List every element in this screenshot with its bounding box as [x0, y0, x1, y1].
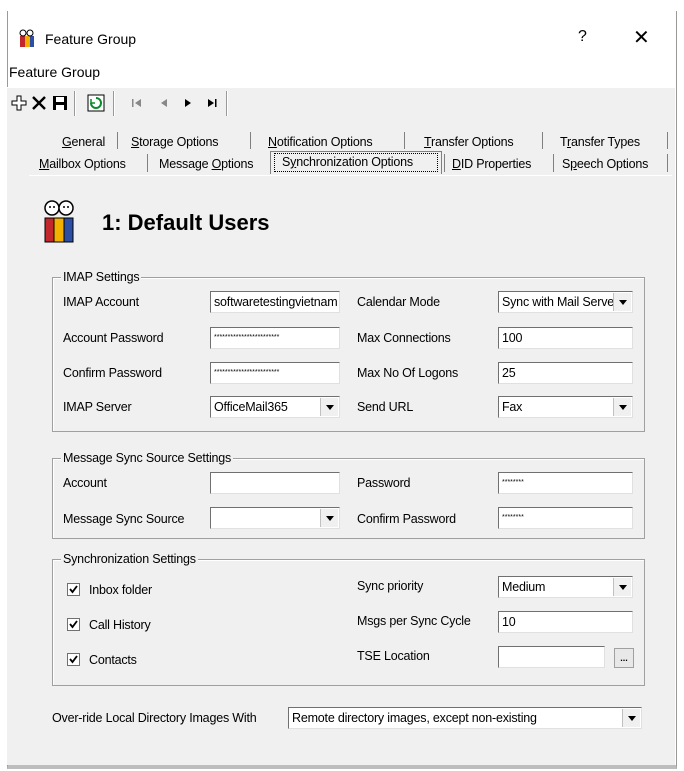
imap-account-label: IMAP Account [63, 295, 139, 309]
user-group-title: 1: Default Users [102, 210, 270, 235]
max-logons-field[interactable]: 25 [498, 362, 633, 384]
imap-account-field[interactable]: softwaretestingvietnam [210, 291, 340, 313]
toolbar [7, 87, 675, 120]
max-connections-label: Max Connections [357, 331, 451, 345]
contacts-label: Contacts [89, 653, 137, 667]
chevron-down-icon[interactable] [320, 509, 338, 527]
confirm-password-field[interactable]: ************************ [210, 362, 340, 384]
save-icon[interactable] [50, 92, 70, 114]
last-record-icon[interactable] [202, 92, 222, 114]
tab-storage-options[interactable]: Storage Options [131, 135, 219, 149]
refresh-icon[interactable] [86, 92, 106, 114]
call-history-label: Call History [89, 618, 151, 632]
override-images-dropdown[interactable]: Remote directory images, except non-exis… [288, 707, 642, 729]
imap-server-dropdown[interactable]: OfficeMail365 [210, 396, 340, 418]
first-record-icon[interactable] [127, 92, 147, 114]
users-icon [44, 200, 74, 243]
account-password-field[interactable]: ************************ [210, 327, 340, 349]
msgsync-account-field[interactable] [210, 472, 340, 494]
tab-general[interactable]: General [62, 135, 105, 149]
close-button[interactable]: ✕ [633, 25, 650, 50]
msgsync-account-label: Account [63, 476, 107, 490]
tse-location-label: TSE Location [357, 649, 430, 663]
msgs-per-sync-cycle-field[interactable]: 10 [498, 611, 633, 633]
chevron-down-icon[interactable] [613, 293, 631, 311]
contacts-checkbox[interactable] [67, 653, 80, 666]
msgsync-password-field[interactable]: ******** [498, 472, 633, 494]
tab-mailbox-options[interactable]: Mailbox Options [39, 157, 126, 171]
override-images-label: Over-ride Local Directory Images With [52, 711, 257, 725]
previous-record-icon[interactable] [154, 92, 174, 114]
tab-transfer-options[interactable]: Transfer Options [424, 135, 514, 149]
synchronization-settings-legend: Synchronization Settings [61, 552, 198, 566]
max-logons-label: Max No Of Logons [357, 366, 459, 380]
users-app-icon [19, 29, 34, 47]
calendar-mode-label: Calendar Mode [357, 295, 440, 309]
send-url-label: Send URL [357, 400, 414, 414]
delete-icon[interactable] [29, 92, 49, 114]
msgsync-password-label: Password [357, 476, 411, 490]
chevron-down-icon[interactable] [613, 578, 631, 596]
sync-priority-dropdown[interactable]: Medium [498, 576, 633, 598]
chevron-down-icon[interactable] [320, 398, 338, 416]
imap-settings-legend: IMAP Settings [61, 270, 142, 284]
help-button[interactable]: ? [578, 28, 587, 46]
inbox-folder-label: Inbox folder [89, 583, 152, 597]
message-sync-source-label: Message Sync Source [63, 512, 185, 526]
chevron-down-icon[interactable] [622, 709, 640, 727]
next-record-icon[interactable] [178, 92, 198, 114]
inbox-folder-checkbox[interactable] [67, 583, 80, 596]
message-sync-source-legend: Message Sync Source Settings [61, 451, 234, 465]
add-icon[interactable] [9, 92, 29, 114]
max-connections-field[interactable]: 100 [498, 327, 633, 349]
tab-did-properties[interactable]: DID Properties [452, 157, 531, 171]
msgs-per-sync-cycle-label: Msgs per Sync Cycle [357, 614, 471, 628]
tab-message-options[interactable]: Message Options [159, 157, 253, 171]
msgsync-confirm-password-field[interactable]: ******** [498, 507, 633, 529]
confirm-password-label: Confirm Password [63, 366, 162, 380]
call-history-checkbox[interactable] [67, 618, 80, 631]
imap-server-label: IMAP Server [63, 400, 132, 414]
window-subtitle: Feature Group [9, 64, 101, 80]
chevron-down-icon[interactable] [613, 398, 631, 416]
tab-notification-options[interactable]: Notification Options [268, 135, 373, 149]
send-url-dropdown[interactable]: Fax [498, 396, 633, 418]
account-password-label: Account Password [63, 331, 164, 345]
msgsync-confirm-password-label: Confirm Password [357, 512, 456, 526]
tab-speech-options[interactable]: Speech Options [562, 157, 648, 171]
tab-synchronization-options[interactable]: Synchronization Options [282, 155, 413, 169]
tse-location-field[interactable] [498, 646, 605, 668]
tab-transfer-types[interactable]: Transfer Types [560, 135, 640, 149]
calendar-mode-dropdown[interactable]: Sync with Mail Server [498, 291, 633, 313]
window-title: Feature Group [45, 31, 137, 47]
sync-priority-label: Sync priority [357, 579, 424, 593]
message-sync-source-dropdown[interactable] [210, 507, 340, 529]
browse-button[interactable]: ... [614, 648, 634, 668]
